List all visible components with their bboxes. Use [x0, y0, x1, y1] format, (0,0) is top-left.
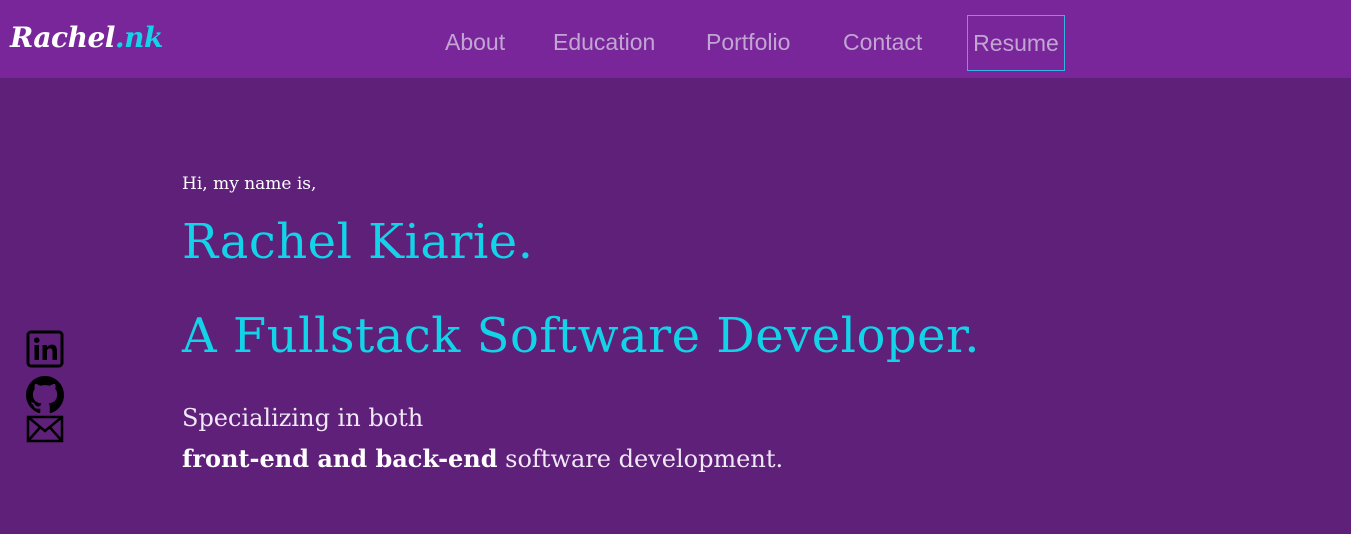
hero-description-line-1: Specializing in both: [182, 404, 424, 432]
hero-description-rest: software development.: [497, 445, 784, 473]
nav-link-portfolio[interactable]: Portfolio: [706, 26, 790, 58]
linkedin-icon[interactable]: [26, 330, 64, 368]
hero-role: A Fullstack Software Developer.: [182, 308, 980, 364]
site-logo[interactable]: Rachel.nk: [10, 18, 163, 58]
hero-description-emphasis: front-end and back-end: [182, 444, 498, 473]
nav-link-about[interactable]: About: [445, 26, 505, 58]
nav-link-education[interactable]: Education: [553, 26, 655, 58]
mail-icon[interactable]: [26, 414, 64, 444]
logo-main-text: Rachel: [10, 21, 115, 54]
github-icon[interactable]: [26, 376, 64, 414]
hero-greeting: Hi, my name is,: [182, 174, 317, 194]
nav-link-contact[interactable]: Contact: [843, 26, 922, 58]
resume-button[interactable]: Resume: [967, 15, 1065, 71]
top-navbar: Rachel.nk About Education Portfolio Cont…: [0, 0, 1351, 78]
logo-accent-text: .nk: [114, 21, 164, 54]
hero-description-line-2: front-end and back-end software developm…: [182, 443, 783, 475]
hero-name: Rachel Kiarie.: [182, 214, 534, 270]
